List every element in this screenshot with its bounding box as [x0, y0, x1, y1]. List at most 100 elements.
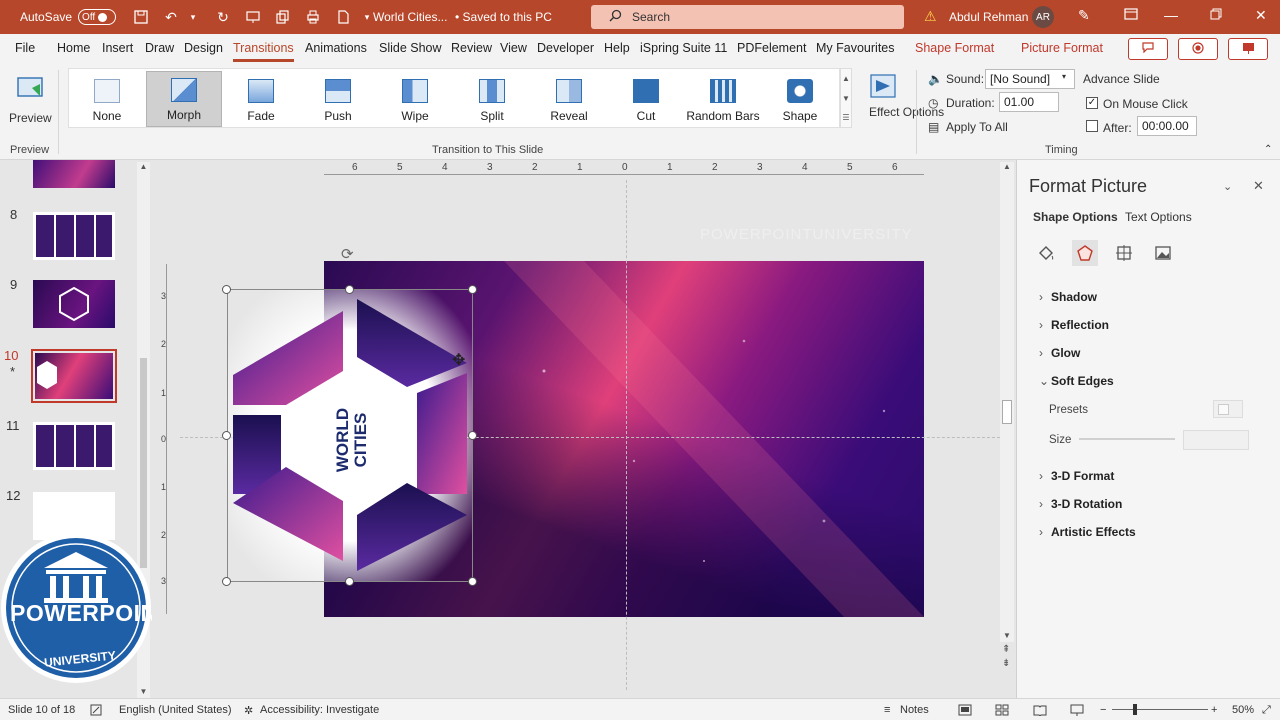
- reading-view-icon[interactable]: [1033, 704, 1047, 719]
- preview-button[interactable]: Preview: [8, 70, 52, 125]
- slide-thumbnail[interactable]: [33, 280, 115, 328]
- present-icon[interactable]: [242, 6, 264, 28]
- normal-view-icon[interactable]: [958, 704, 972, 719]
- avatar[interactable]: AR: [1032, 6, 1054, 28]
- resize-handle[interactable]: [468, 577, 477, 586]
- tab-ispring[interactable]: iSpring Suite 11: [640, 41, 727, 55]
- tab-my-favourites[interactable]: My Favourites: [816, 41, 895, 55]
- ribbon-display-icon[interactable]: [1124, 7, 1138, 23]
- effect-options-button[interactable]: Effect Options: [856, 72, 944, 138]
- next-slide-icon[interactable]: ⇟: [1002, 658, 1010, 669]
- notes-icon[interactable]: ≡: [884, 704, 890, 716]
- resize-handle[interactable]: [222, 431, 231, 440]
- accessibility-icon[interactable]: ✲: [244, 704, 253, 717]
- search-box[interactable]: Search: [591, 5, 904, 29]
- record-button[interactable]: [1178, 38, 1218, 60]
- language-status[interactable]: English (United States): [119, 704, 232, 716]
- tab-picture-format[interactable]: Picture Format: [1021, 41, 1103, 55]
- section-soft-edges[interactable]: ⌄ Soft Edges: [1039, 374, 1114, 388]
- tab-slide-show[interactable]: Slide Show: [379, 41, 442, 55]
- tab-home[interactable]: Home: [57, 41, 90, 55]
- slide-thumbnail-active[interactable]: [31, 349, 117, 403]
- tab-text-options[interactable]: Text Options: [1125, 210, 1192, 224]
- size-properties-icon[interactable]: [1111, 240, 1137, 266]
- tab-pdfelement[interactable]: PDFelement: [737, 41, 806, 55]
- slide-thumbnail[interactable]: [33, 212, 115, 260]
- tab-help[interactable]: Help: [604, 41, 630, 55]
- scroll-down-icon[interactable]: ▼: [137, 687, 150, 696]
- autosave-toggle[interactable]: Off: [78, 9, 117, 25]
- transition-morph[interactable]: Morph: [146, 71, 222, 127]
- zoom-slider-thumb[interactable]: [1133, 704, 1137, 715]
- notes-button[interactable]: Notes: [900, 704, 929, 716]
- tab-draw[interactable]: Draw: [145, 41, 174, 55]
- redo-icon[interactable]: ↻: [212, 6, 234, 28]
- accessibility-status[interactable]: Accessibility: Investigate: [260, 704, 379, 716]
- print-icon[interactable]: [302, 6, 324, 28]
- rotate-handle-icon[interactable]: ⟳: [341, 245, 354, 263]
- tab-animations[interactable]: Animations: [305, 41, 367, 55]
- transition-random-bars[interactable]: Random Bars: [685, 71, 761, 127]
- saved-status[interactable]: • Saved to this PC: [455, 10, 552, 24]
- editor-scrollbar[interactable]: ▲ ▼: [1000, 162, 1014, 642]
- zoom-slider[interactable]: [1112, 709, 1208, 710]
- section-shadow[interactable]: › Shadow: [1039, 290, 1097, 304]
- slide-thumbnail[interactable]: [33, 160, 115, 188]
- pane-options-icon[interactable]: ⌄: [1223, 180, 1232, 193]
- spelling-icon[interactable]: [90, 704, 102, 719]
- maximize-icon[interactable]: [1210, 7, 1222, 23]
- editor-scroll-down-icon[interactable]: ▼: [1000, 631, 1014, 640]
- fill-line-icon[interactable]: [1033, 240, 1059, 266]
- tab-insert[interactable]: Insert: [102, 41, 133, 55]
- gallery-up-icon[interactable]: ▲: [841, 69, 851, 89]
- close-icon[interactable]: ✕: [1255, 7, 1267, 24]
- pen-icon[interactable]: ✎: [1078, 7, 1090, 24]
- zoom-level[interactable]: 50%: [1232, 704, 1254, 716]
- zoom-out-icon[interactable]: −: [1100, 704, 1106, 716]
- present-button[interactable]: [1228, 38, 1268, 60]
- transition-reveal[interactable]: Reveal: [531, 71, 607, 127]
- user-name[interactable]: Abdul Rehman: [949, 10, 1028, 24]
- after-field[interactable]: 00:00.00: [1137, 116, 1197, 136]
- transition-shape[interactable]: Shape: [762, 71, 838, 127]
- gallery-more-icon[interactable]: ☰: [841, 109, 851, 127]
- transition-none[interactable]: None: [69, 71, 145, 127]
- copy-icon[interactable]: [272, 6, 294, 28]
- sound-dropdown-icon[interactable]: ▾: [1062, 72, 1066, 81]
- undo-icon[interactable]: ↶: [160, 6, 182, 28]
- section-3d-format[interactable]: › 3-D Format: [1039, 469, 1114, 483]
- tab-shape-options[interactable]: Shape Options: [1033, 210, 1118, 224]
- resize-handle[interactable]: [222, 285, 231, 294]
- effects-icon[interactable]: [1072, 240, 1098, 266]
- comments-button[interactable]: [1128, 38, 1168, 60]
- tab-developer[interactable]: Developer: [537, 41, 594, 55]
- minimize-icon[interactable]: —: [1164, 7, 1178, 23]
- warning-icon[interactable]: ⚠: [924, 8, 937, 25]
- gallery-scroll[interactable]: ▲ ▼ ☰: [840, 68, 852, 128]
- section-glow[interactable]: › Glow: [1039, 346, 1080, 360]
- tab-shape-format[interactable]: Shape Format: [915, 41, 994, 55]
- editor-scroll-thumb[interactable]: [1002, 400, 1012, 424]
- editor-scroll-up-icon[interactable]: ▲: [1000, 162, 1014, 171]
- transition-wipe[interactable]: Wipe: [377, 71, 453, 127]
- section-3d-rotation[interactable]: › 3-D Rotation: [1039, 497, 1122, 511]
- resize-handle[interactable]: [468, 431, 477, 440]
- slide-sorter-icon[interactable]: [995, 704, 1009, 719]
- pane-close-icon[interactable]: ✕: [1253, 178, 1264, 194]
- size-slider[interactable]: [1079, 438, 1175, 440]
- vertical-guide[interactable]: [626, 180, 627, 690]
- tab-design[interactable]: Design: [184, 41, 223, 55]
- undo-dropdown-icon[interactable]: ▾: [182, 6, 204, 28]
- section-artistic-effects[interactable]: › Artistic Effects: [1039, 525, 1136, 539]
- tab-transitions[interactable]: Transitions: [233, 41, 294, 62]
- tab-view[interactable]: View: [500, 41, 527, 55]
- collapse-ribbon-icon[interactable]: ⌃: [1264, 144, 1272, 155]
- previous-slide-icon[interactable]: ⇞: [1002, 644, 1010, 655]
- after-checkbox[interactable]: [1086, 120, 1098, 132]
- slide-thumbnail[interactable]: [33, 422, 115, 470]
- slide-counter[interactable]: Slide 10 of 18: [8, 704, 75, 716]
- transition-push[interactable]: Push: [300, 71, 376, 127]
- tab-review[interactable]: Review: [451, 41, 492, 55]
- presets-dropdown[interactable]: [1213, 400, 1243, 418]
- apply-to-all-button[interactable]: Apply To All: [946, 120, 1008, 134]
